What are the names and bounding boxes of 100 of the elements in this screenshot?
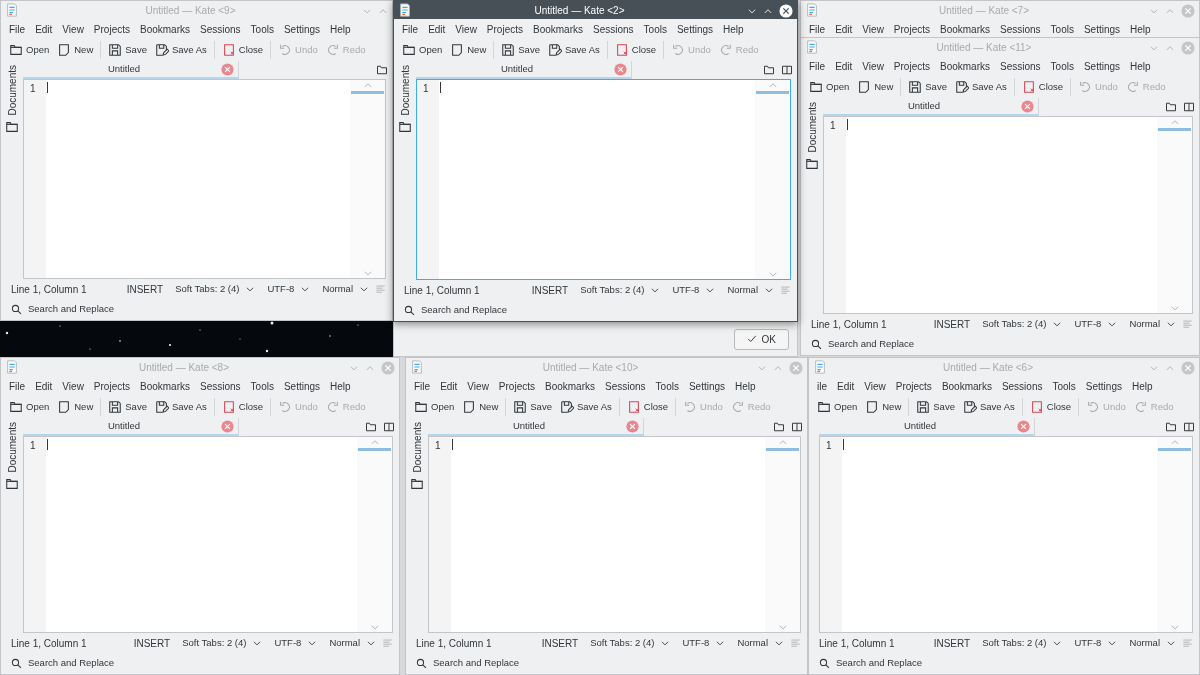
search-button[interactable]: Search and Replace (5, 656, 121, 671)
toolbar-button[interactable]: Open (5, 40, 54, 60)
menu-item[interactable]: Settings (279, 21, 325, 37)
menu-item[interactable]: View (858, 21, 888, 37)
document-tab[interactable]: Untitled (823, 98, 1039, 116)
menu-item[interactable]: File (398, 21, 423, 37)
toolbar-button[interactable]: Save (904, 77, 951, 97)
toolbar-button[interactable]: Close (610, 40, 661, 60)
toolbar-button[interactable]: Open (398, 40, 447, 60)
menu-item[interactable]: Tools (639, 21, 671, 37)
toolbar-button[interactable]: New (853, 77, 898, 97)
menu-item[interactable]: Edit (833, 378, 859, 394)
sidebar-tab[interactable]: Documents (4, 422, 20, 473)
close-button[interactable] (779, 2, 793, 18)
toolbar-button[interactable]: Close (217, 40, 268, 60)
toolbar-button[interactable]: New (446, 40, 491, 60)
ok-button[interactable]: OK (733, 328, 789, 350)
search-button[interactable]: Search and Replace (398, 303, 514, 318)
menu-item[interactable]: Edit (436, 378, 462, 394)
menu-item[interactable]: Help (719, 21, 748, 37)
menu-item[interactable]: ile (813, 378, 831, 394)
menu-item[interactable]: Settings (672, 21, 718, 37)
toolbar-button[interactable]: Open (410, 397, 459, 417)
input-mode[interactable]: INSERT (927, 635, 977, 651)
menu-item[interactable]: Projects (494, 378, 539, 394)
encoding-dropdown[interactable]: UTF-8 (676, 635, 732, 651)
menu-item[interactable]: Bookmarks (136, 378, 194, 394)
menu-item[interactable]: Tools (246, 21, 278, 37)
menu-item[interactable]: Help (326, 378, 355, 394)
sidebar-tab[interactable]: Documents (804, 102, 820, 153)
sidebar-tab[interactable]: Documents (409, 422, 425, 473)
toolbar-button[interactable]: Close (622, 397, 673, 417)
toolbar-button[interactable]: Open (805, 77, 854, 97)
document-tab[interactable]: Untitled (819, 418, 1035, 436)
search-button[interactable]: Search and Replace (805, 337, 921, 352)
document-tab[interactable]: Untitled (428, 418, 644, 436)
menu-item[interactable]: File (805, 21, 830, 37)
document-tab[interactable]: Untitled (416, 61, 632, 79)
menu-item[interactable]: Settings (1079, 58, 1125, 74)
menu-item[interactable]: Tools (1048, 378, 1080, 394)
toolbar-button[interactable]: New (53, 397, 98, 417)
syntax-dropdown[interactable]: Normal (1123, 316, 1182, 332)
toolbar-button[interactable]: New (861, 397, 906, 417)
toolbar-button[interactable]: Save (497, 40, 544, 60)
syntax-dropdown[interactable]: Normal (323, 635, 382, 651)
toolbar-button[interactable]: Save As (150, 40, 211, 60)
input-mode[interactable]: INSERT (927, 316, 977, 332)
menu-item[interactable]: Bookmarks (529, 21, 587, 37)
menu-item[interactable]: Bookmarks (937, 378, 996, 394)
toolbar-button[interactable]: Save (912, 397, 959, 417)
search-button[interactable]: Search and Replace (5, 302, 121, 317)
menu-item[interactable]: Help (1126, 21, 1155, 37)
sidebar-tab[interactable]: Documents (397, 65, 413, 116)
menu-item[interactable]: Help (1127, 378, 1157, 394)
toolbar-button[interactable]: Save As (150, 397, 211, 417)
menu-item[interactable]: Settings (684, 378, 730, 394)
menu-item[interactable]: Bookmarks (936, 58, 994, 74)
syntax-dropdown[interactable]: Normal (316, 281, 375, 297)
menu-item[interactable]: Projects (891, 378, 936, 394)
menu-item[interactable]: View (858, 58, 888, 74)
menu-item[interactable]: Sessions (996, 21, 1045, 37)
indent-dropdown[interactable]: Soft Tabs: 2 (4) (584, 635, 677, 651)
indent-dropdown[interactable]: Soft Tabs: 2 (4) (574, 282, 667, 298)
menu-item[interactable]: Bookmarks (541, 378, 599, 394)
menu-item[interactable]: Edit (831, 58, 857, 74)
encoding-dropdown[interactable]: UTF-8 (666, 282, 722, 298)
input-mode[interactable]: INSERT (127, 635, 177, 651)
menu-item[interactable]: Edit (424, 21, 450, 37)
menu-item[interactable]: Sessions (196, 21, 245, 37)
menu-item[interactable]: Projects (889, 21, 934, 37)
menu-item[interactable]: Bookmarks (136, 21, 194, 37)
toolbar-button[interactable]: Save (509, 397, 556, 417)
document-tab[interactable]: Untitled (23, 61, 239, 79)
toolbar-button[interactable]: Save As (555, 397, 616, 417)
indent-dropdown[interactable]: Soft Tabs: 2 (4) (176, 635, 269, 651)
menu-item[interactable]: View (860, 378, 890, 394)
indent-dropdown[interactable]: Soft Tabs: 2 (4) (976, 316, 1069, 332)
syntax-dropdown[interactable]: Normal (731, 635, 790, 651)
menu-item[interactable]: Settings (1079, 21, 1125, 37)
encoding-dropdown[interactable]: UTF-8 (261, 281, 317, 297)
menu-item[interactable]: View (451, 21, 481, 37)
indent-dropdown[interactable]: Soft Tabs: 2 (4) (169, 281, 262, 297)
menu-item[interactable]: View (463, 378, 493, 394)
document-tab[interactable]: Untitled (23, 418, 239, 436)
menu-item[interactable]: Tools (651, 378, 683, 394)
menu-item[interactable]: Sessions (997, 378, 1047, 394)
menu-item[interactable]: Edit (31, 21, 57, 37)
menu-item[interactable]: Tools (246, 378, 278, 394)
menu-item[interactable]: Projects (89, 378, 134, 394)
encoding-dropdown[interactable]: UTF-8 (268, 635, 324, 651)
menu-item[interactable]: Sessions (601, 378, 650, 394)
encoding-dropdown[interactable]: UTF-8 (1068, 635, 1124, 651)
menu-item[interactable]: Projects (482, 21, 527, 37)
toolbar-button[interactable]: Close (217, 397, 268, 417)
toolbar-button[interactable]: Save As (950, 77, 1011, 97)
menu-item[interactable]: Projects (889, 58, 934, 74)
sidebar-tab[interactable]: Documents (4, 65, 20, 116)
toolbar-button[interactable]: Save (104, 397, 151, 417)
toolbar-button[interactable]: Close (1025, 397, 1076, 417)
menu-item[interactable]: File (805, 58, 830, 74)
